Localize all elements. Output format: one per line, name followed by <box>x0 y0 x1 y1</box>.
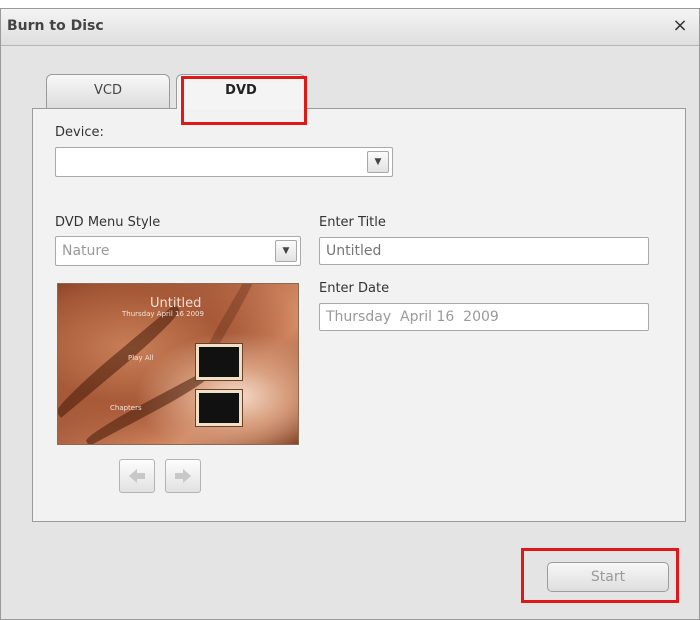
dialog-title: Burn to Disc <box>7 18 104 34</box>
close-icon[interactable]: × <box>669 15 691 37</box>
menu-style-label: DVD Menu Style <box>55 215 161 230</box>
dvd-tab-panel: Device: ▼ DVD Menu Style Nature ▼ Enter … <box>32 108 686 522</box>
menu-preview-image: Untitled Thursday April 16 2009 Play All… <box>57 283 299 445</box>
chevron-down-icon[interactable]: ▼ <box>275 240 297 262</box>
enter-date-label: Enter Date <box>319 281 390 296</box>
next-style-button[interactable] <box>165 459 201 493</box>
tab-vcd[interactable]: VCD <box>46 74 170 108</box>
preview-date: Thursday April 16 2009 <box>122 310 204 318</box>
preview-title: Untitled <box>150 296 202 311</box>
title-bar: Burn to Disc × <box>1 9 699 46</box>
device-dropdown[interactable]: ▼ <box>55 147 393 177</box>
preview-thumbnail <box>196 390 242 426</box>
chevron-down-icon[interactable]: ▼ <box>367 151 389 173</box>
date-input[interactable]: Thursday April 16 2009 <box>319 303 649 331</box>
enter-title-label: Enter Title <box>319 215 386 230</box>
device-label: Device: <box>55 125 104 140</box>
arrow-left-icon <box>129 469 145 483</box>
tab-dvd[interactable]: DVD <box>176 74 306 109</box>
preview-chapters: Chapters <box>110 404 142 412</box>
start-button[interactable]: Start <box>547 562 669 592</box>
title-input[interactable] <box>319 237 649 265</box>
prev-style-button[interactable] <box>119 459 155 493</box>
menu-style-dropdown[interactable]: Nature ▼ <box>55 236 301 266</box>
menu-style-value: Nature <box>62 243 110 259</box>
preview-play-all: Play All <box>128 354 154 362</box>
arrow-right-icon <box>175 469 191 483</box>
preview-thumbnail <box>196 344 242 380</box>
